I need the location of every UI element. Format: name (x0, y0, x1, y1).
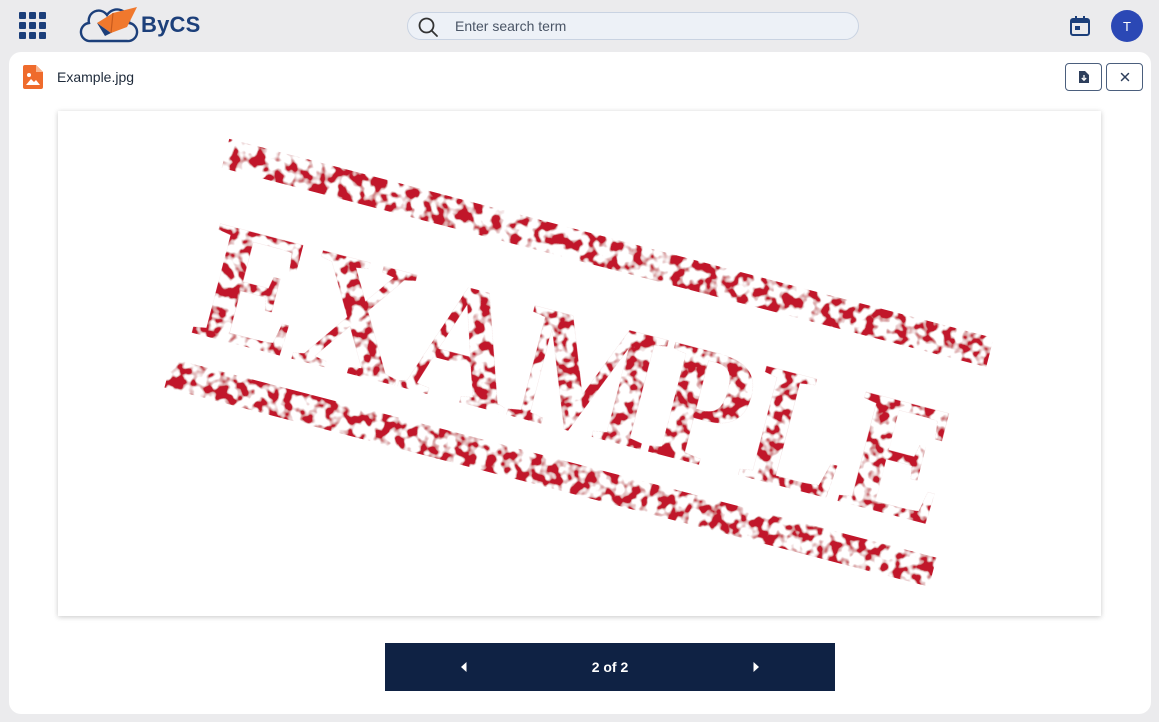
close-button[interactable] (1106, 63, 1143, 91)
caret-left-icon[interactable] (454, 657, 474, 677)
search-input[interactable] (455, 16, 845, 36)
user-avatar[interactable]: T (1111, 10, 1143, 42)
download-button[interactable] (1065, 63, 1102, 91)
page-status: 2 of 2 (591, 659, 629, 675)
file-header: Example.jpg (9, 52, 1151, 102)
app-logo[interactable]: ByCS (77, 4, 201, 46)
image-viewer: EXAMPLE (58, 111, 1101, 616)
page-navigator: 2 of 2 (385, 643, 835, 691)
apps-grid-icon[interactable] (19, 12, 47, 40)
file-name: Example.jpg (57, 69, 135, 85)
caret-right-icon[interactable] (746, 657, 766, 677)
close-icon (1120, 72, 1129, 82)
download-icon (1078, 71, 1089, 83)
search-bar[interactable] (407, 12, 859, 40)
top-bar: ByCS T (0, 0, 1159, 52)
calendar-icon[interactable] (1068, 14, 1092, 38)
file-preview-panel: Example.jpg EXAMPLE 2 of 2 (9, 52, 1151, 714)
cloud-logo-icon (79, 7, 139, 43)
search-icon (418, 17, 438, 37)
example-stamp-image: EXAMPLE (164, 138, 994, 587)
image-file-icon (23, 65, 43, 89)
app-name: ByCS (141, 12, 201, 37)
